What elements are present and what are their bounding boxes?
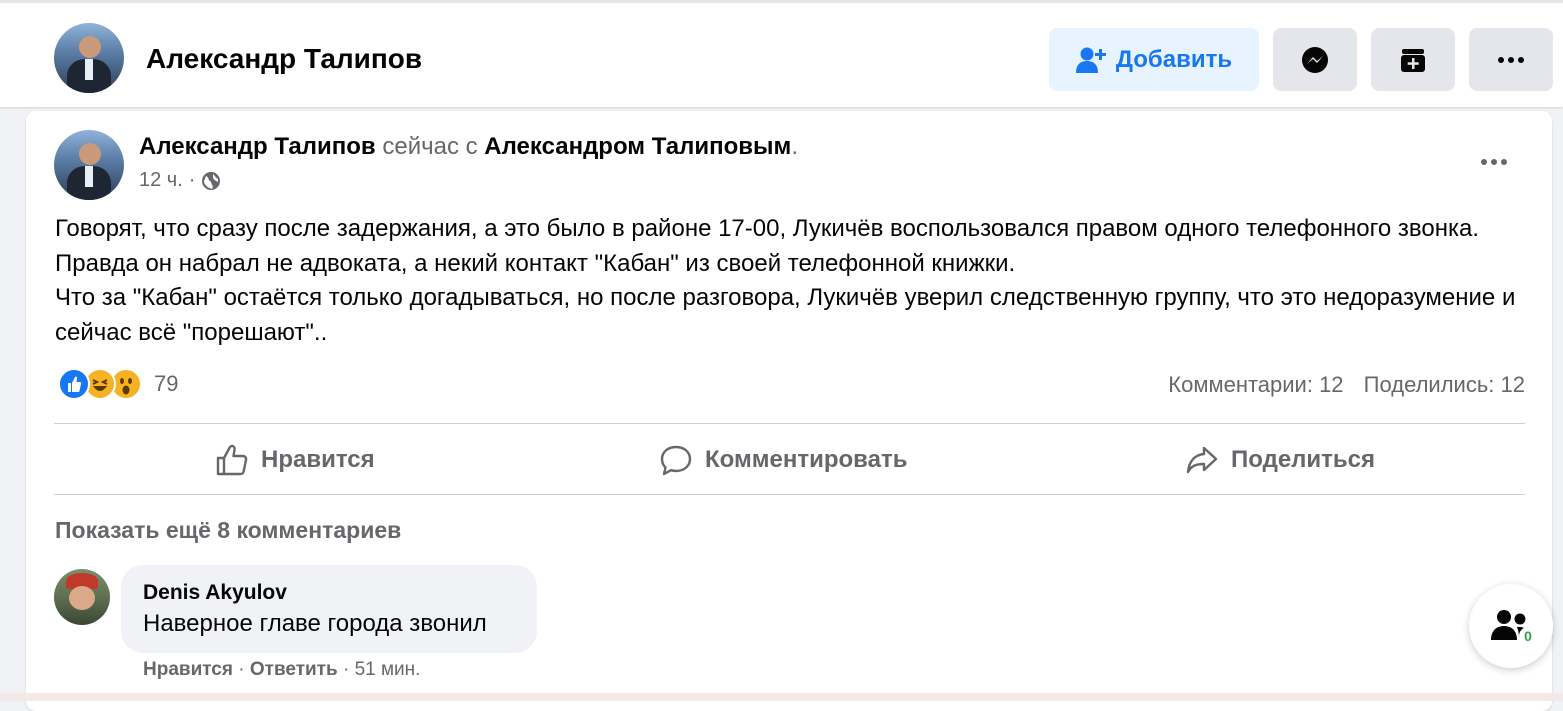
- share-button[interactable]: Поделиться: [1185, 440, 1375, 480]
- save-button[interactable]: [1371, 28, 1455, 91]
- comment-reply-link[interactable]: Ответить: [250, 659, 338, 680]
- more-options-button[interactable]: [1469, 28, 1553, 91]
- messenger-button[interactable]: [1273, 28, 1357, 91]
- profile-name[interactable]: Александр Талипов: [146, 43, 422, 75]
- share-label: Поделиться: [1231, 446, 1376, 473]
- comment-like-link[interactable]: Нравится: [143, 659, 233, 680]
- globe-icon: [202, 171, 221, 190]
- archive-add-icon: [1401, 48, 1425, 72]
- thumbs-up-icon: [216, 444, 248, 476]
- add-friend-icon: [1075, 47, 1106, 73]
- comment-separator: ·: [232, 659, 250, 680]
- reactions-count: 79: [154, 371, 179, 396]
- post-author-avatar[interactable]: [54, 130, 124, 200]
- post-paragraph: Говорят, что сразу после задержания, а э…: [55, 215, 1480, 277]
- comment-label: Комментировать: [705, 446, 908, 473]
- post-body: Говорят, что сразу после задержания, а э…: [55, 212, 1535, 350]
- post-author-end: .: [791, 133, 798, 160]
- post-meta: 12 ч. ·: [139, 169, 221, 192]
- post-author-with-text: сейчас с: [375, 133, 485, 160]
- comment-avatar[interactable]: [54, 569, 110, 625]
- profile-avatar[interactable]: [54, 23, 124, 93]
- post-author-line: Александр Талипов сейчас с Александром Т…: [139, 133, 798, 161]
- like-label: Нравится: [261, 446, 375, 473]
- ellipsis-icon: [1498, 56, 1524, 63]
- contacts-chat-button[interactable]: [1469, 584, 1553, 668]
- comment-actions: Нравится · Ответить · 51 мин.: [143, 659, 420, 681]
- like-button[interactable]: Нравится: [215, 440, 375, 480]
- post-options-button[interactable]: [1472, 142, 1516, 182]
- post-paragraph: Что за "Кабан" остаётся только догадыват…: [55, 284, 1516, 346]
- comment-text: Наверное главе города звонил: [143, 610, 487, 637]
- next-post-edge: [0, 693, 1563, 701]
- comment-icon: [660, 445, 692, 476]
- add-friend-button[interactable]: Добавить: [1049, 28, 1259, 91]
- comment-bubble: [121, 565, 537, 653]
- comment-separator: ·: [337, 659, 355, 680]
- messenger-icon: [1302, 46, 1328, 73]
- post-time[interactable]: 12 ч.: [139, 169, 183, 192]
- post-author-name[interactable]: Александр Талипов: [139, 133, 376, 160]
- online-count-badge: 0: [1519, 627, 1537, 645]
- like-reaction-icon: [58, 368, 90, 400]
- comment-time[interactable]: 51 мин.: [355, 659, 421, 680]
- comment-author[interactable]: Denis Akyulov: [143, 581, 287, 605]
- add-friend-label: Добавить: [1115, 45, 1233, 73]
- post-counts: Комментарии: 12 Поделились: 12: [1168, 372, 1525, 398]
- divider: [54, 494, 1525, 495]
- meta-separator: ·: [188, 169, 196, 191]
- show-more-comments-link[interactable]: Показать ещё 8 комментариев: [55, 517, 401, 544]
- post-tagged-name[interactable]: Александром Талиповым: [484, 133, 791, 160]
- comments-count[interactable]: Комментарии: 12: [1168, 372, 1343, 397]
- divider: [54, 423, 1525, 424]
- reactions-summary[interactable]: 79: [58, 368, 178, 400]
- shares-count[interactable]: Поделились: 12: [1364, 372, 1525, 397]
- share-icon: [1186, 446, 1218, 474]
- profile-header: Александр Талипов Добавить: [0, 0, 1563, 107]
- comment-button[interactable]: Комментировать: [659, 440, 907, 480]
- ellipsis-icon: [1481, 159, 1507, 165]
